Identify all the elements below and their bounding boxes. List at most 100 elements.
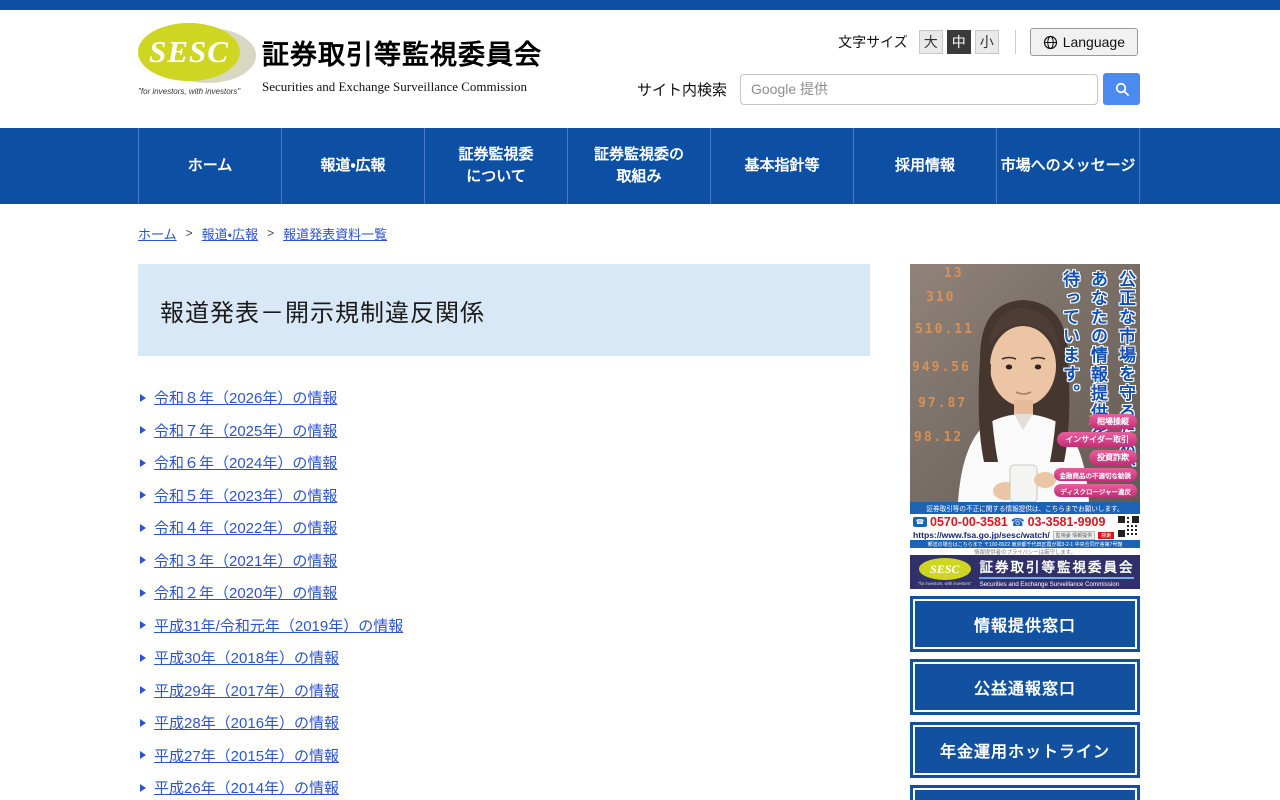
- nav-item-guidelines[interactable]: 基本指針等: [710, 128, 853, 204]
- year-link-2015[interactable]: 平成27年（2015年）の情報: [154, 745, 339, 766]
- language-button[interactable]: Language: [1030, 28, 1138, 56]
- triangle-bullet-icon: [140, 459, 146, 467]
- nav-item-label: 証券監視委の: [594, 144, 684, 166]
- nav-item-label: 取組み: [616, 166, 661, 188]
- triangle-bullet-icon: [140, 621, 146, 629]
- banner-text: 証券取引等監視委員会 Securities and Exchange Surve…: [979, 556, 1134, 588]
- list-item: 平成30年（2018年）の情報: [140, 650, 870, 665]
- sesc-site-banner[interactable]: SESC "for investors, with investors" 証券取…: [910, 555, 1140, 589]
- year-link-2025[interactable]: 令和７年（2025年）の情報: [154, 420, 337, 441]
- pension-hotline-button[interactable]: 年金運用ホットライン: [910, 722, 1140, 778]
- nav-item-message[interactable]: 市場へのメッセージ: [996, 128, 1140, 204]
- site-subtitle: Securities and Exchange Surveillance Com…: [262, 79, 542, 95]
- page-title-box: 報道発表－開示規制違反関係: [138, 264, 870, 356]
- list-item: 令和７年（2025年）の情報: [140, 423, 870, 438]
- nav-item-label: 採用情報: [895, 155, 955, 177]
- year-link-2026[interactable]: 令和８年（2026年）の情報: [154, 387, 337, 408]
- language-button-label: Language: [1063, 34, 1125, 50]
- triangle-bullet-icon: [140, 491, 146, 499]
- nav-item-label: ホーム: [188, 155, 233, 177]
- poster-url: https://www.fsa.go.jp/sesc/watch/: [913, 530, 1050, 540]
- list-item: 令和２年（2020年）の情報: [140, 585, 870, 600]
- triangle-bullet-icon: [140, 394, 146, 402]
- list-item: 平成29年（2017年）の情報: [140, 683, 870, 698]
- font-size-small-button[interactable]: 小: [975, 30, 999, 54]
- triangle-bullet-icon: [140, 556, 146, 564]
- search-keyword-box: 監視委 情報提供: [1053, 531, 1095, 540]
- triangle-bullet-icon: [140, 524, 146, 532]
- nav-item-home[interactable]: ホーム: [138, 128, 281, 204]
- url-row: https://www.fsa.go.jp/sesc/watch/ 監視委 情報…: [913, 530, 1137, 540]
- phone-number-2: 03-3581-9909: [1028, 515, 1106, 529]
- list-item: 令和６年（2024年）の情報: [140, 455, 870, 470]
- violation-tag: 相場操縦: [1089, 414, 1137, 429]
- list-item: 令和５年（2023年）の情報: [140, 488, 870, 503]
- nav-item-press[interactable]: 報道・広報: [281, 128, 424, 204]
- breadcrumb-separator: >: [186, 226, 193, 240]
- sesc-logo[interactable]: SESC "for investors, with investors": [138, 23, 260, 96]
- font-size-large-button[interactable]: 大: [919, 30, 943, 54]
- violation-tag: ディスクロージャー違反: [1054, 484, 1137, 497]
- year-link-2020[interactable]: 令和２年（2020年）の情報: [154, 582, 337, 603]
- nav-item-efforts[interactable]: 証券監視委の取組み: [567, 128, 710, 204]
- phone-row: ☎ 0570-00-3581 ☎ 03-3581-9909: [913, 515, 1137, 529]
- triangle-bullet-icon: [140, 426, 146, 434]
- year-link-list: 令和８年（2026年）の情報 令和７年（2025年）の情報 令和６年（2024年…: [140, 390, 870, 795]
- breadcrumb-link-home[interactable]: ホーム: [138, 224, 177, 243]
- main-content-row: 報道発表－開示規制違反関係 令和８年（2026年）の情報 令和７年（2025年）…: [138, 264, 1140, 800]
- main-container: ホーム > 報道・広報 > 報道発表資料一覧 報道発表－開示規制違反関係 令和８…: [138, 224, 1140, 800]
- top-accent-bar: [0, 0, 1280, 10]
- year-link-2017[interactable]: 平成29年（2017年）の情報: [154, 680, 339, 701]
- violation-tag: インサイダー取引: [1057, 432, 1137, 447]
- year-link-2024[interactable]: 令和６年（2024年）の情報: [154, 452, 337, 473]
- year-link-2021[interactable]: 令和３年（2021年）の情報: [154, 550, 337, 571]
- qr-code: [1118, 516, 1139, 537]
- search-button[interactable]: [1103, 73, 1140, 105]
- breadcrumb-link-press-list[interactable]: 報道発表資料一覧: [283, 224, 387, 243]
- breadcrumb-separator: >: [267, 226, 274, 240]
- font-size-medium-button[interactable]: 中: [947, 30, 971, 54]
- banner-logo: SESC "for investors, with investors": [918, 558, 971, 586]
- list-item: 令和３年（2021年）の情報: [140, 553, 870, 568]
- banner-subtitle: Securities and Exchange Surveillance Com…: [979, 581, 1134, 588]
- list-item: 平成31年/令和元年（2019年）の情報: [140, 618, 870, 633]
- search-icon: [1114, 81, 1130, 97]
- logo-main-ellipse: SESC: [138, 23, 240, 81]
- nav-item-recruit[interactable]: 採用情報: [853, 128, 996, 204]
- year-link-2019[interactable]: 平成31年/令和元年（2019年）の情報: [154, 615, 403, 636]
- global-nav: ホーム 報道・広報 証券監視委について 証券監視委の取組み 基本指針等 採用情報…: [0, 128, 1280, 204]
- list-item: 平成28年（2016年）の情報: [140, 715, 870, 730]
- main-content: 報道発表－開示規制違反関係 令和８年（2026年）の情報 令和７年（2025年）…: [138, 264, 870, 800]
- banner-logo-acronym: SESC: [930, 562, 959, 577]
- nav-item-label: について: [466, 166, 526, 188]
- triangle-bullet-icon: [140, 719, 146, 727]
- font-size-label: 文字サイズ: [838, 32, 908, 52]
- logo-acronym: SESC: [149, 34, 229, 70]
- year-link-2016[interactable]: 平成28年（2016年）の情報: [154, 712, 339, 733]
- triangle-bullet-icon: [140, 589, 146, 597]
- sidebar: 13 310 510.11 949.56 97.87 98.12 円 208: [910, 264, 1140, 800]
- information-poster-banner[interactable]: 13 310 510.11 949.56 97.87 98.12 円 208: [910, 264, 1140, 555]
- search-keyword-button: 検索: [1098, 532, 1114, 539]
- info-window-button[interactable]: 情報提供窓口: [910, 596, 1140, 652]
- nav-item-about[interactable]: 証券監視委について: [424, 128, 567, 204]
- sidebar-button-clipped[interactable]: [910, 785, 1140, 800]
- breadcrumb-link-press[interactable]: 報道・広報: [202, 224, 258, 243]
- year-link-2018[interactable]: 平成30年（2018年）の情報: [154, 647, 339, 668]
- site-header: SESC "for investors, with investors" 証券取…: [0, 10, 1280, 128]
- side-button-label: 年金運用ホットライン: [940, 738, 1110, 762]
- sesc-logo-ellipse: SESC: [138, 23, 256, 83]
- year-link-2022[interactable]: 令和４年（2022年）の情報: [154, 517, 337, 538]
- nav-item-label: 基本指針等: [744, 155, 819, 177]
- nav-item-label: 市場へのメッセージ: [1001, 155, 1136, 177]
- nav-item-label: 証券監視委: [458, 144, 533, 166]
- side-button-label: 情報提供窓口: [974, 612, 1076, 636]
- phone-number-1: 0570-00-3581: [930, 515, 1008, 529]
- page: SESC "for investors, with investors" 証券取…: [0, 0, 1280, 800]
- telephone-icon: ☎: [1011, 516, 1025, 529]
- year-link-2014[interactable]: 平成26年（2014年）の情報: [154, 777, 339, 798]
- site-titles: 証券取引等監視委員会 Securities and Exchange Surve…: [262, 33, 542, 95]
- site-search-input[interactable]: [740, 74, 1098, 105]
- year-link-2023[interactable]: 令和５年（2023年）の情報: [154, 485, 337, 506]
- public-interest-report-button[interactable]: 公益通報窓口: [910, 659, 1140, 715]
